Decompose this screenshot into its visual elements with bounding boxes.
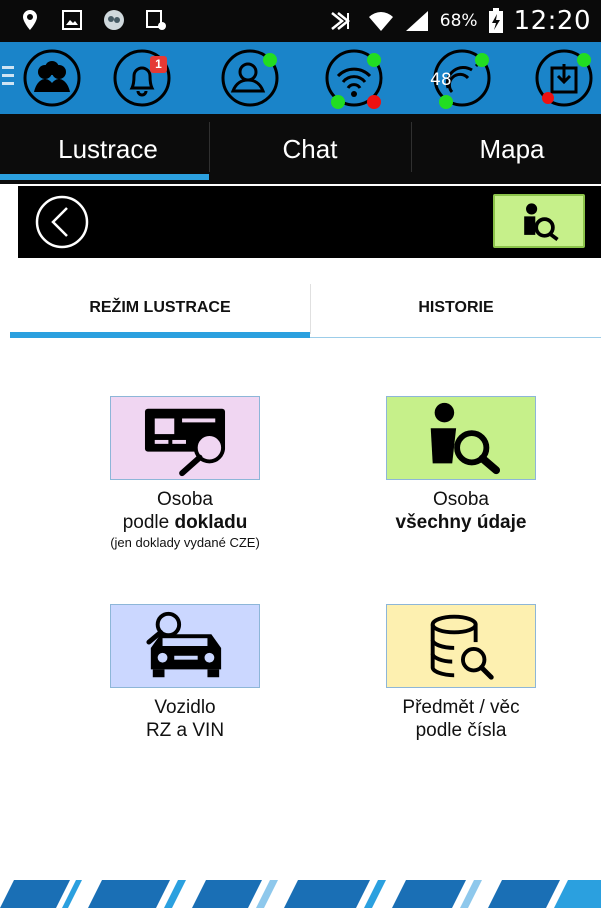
tab-rezim-lustrace[interactable]: REŽIM LUSTRACE [10,284,310,332]
wifi-status-button[interactable] [322,46,386,110]
vehicle-label: Vozidlo RZ a VIN [65,696,305,742]
download-box-icon [535,49,593,107]
screen-record-icon [146,10,166,30]
tab-historie[interactable]: HISTORIE [311,284,601,332]
person-search-button[interactable] [493,194,585,248]
user-icon [221,49,279,107]
users-button[interactable] [20,46,84,110]
tile-line2-prefix: podle [122,512,175,533]
id-search-label: Osoba podle dokladu (jen doklady vydané … [65,488,305,551]
person-search-icon [524,203,559,241]
clock: 12:20 [513,6,591,36]
id-search-tile[interactable] [110,396,260,480]
tile-line1: Vozidlo [154,697,216,718]
active-tab-indicator [0,174,209,180]
vehicle-tile[interactable] [110,604,260,688]
notifications-button[interactable]: 1 [110,46,174,110]
battery-icon [488,8,503,33]
battery-percent: 68% [439,11,478,31]
id-card-search-icon [144,408,226,477]
notification-badge: 1 [150,56,167,73]
tile-line1: Osoba [433,489,489,510]
cell-signal-icon [405,11,428,31]
tile-line2-bold: všechny údaje [395,512,527,533]
top-toolbar: 1 48 [0,42,601,114]
person-search-icon [430,402,501,475]
object-label: Předmět / věc podle čísla [341,696,581,742]
location-icon [23,10,37,30]
sub-tab-divider [310,284,311,334]
decorative-stripes [0,880,601,908]
wifi-status-icon [325,49,383,109]
profile-button[interactable] [218,46,282,110]
tile-note: (jen doklady vydané CZE) [110,535,260,550]
tile-line2-bold: dokladu [174,512,248,533]
tab-mapa[interactable]: Mapa [412,114,601,184]
tile-line2: RZ a VIN [145,720,225,741]
tab-chat[interactable]: Chat [210,114,410,184]
nfc-icon [330,12,350,30]
action-bar [18,186,601,258]
tile-line2: podle čísla [415,720,507,741]
database-search-icon [430,614,494,680]
status-bar: 68% 12:20 [0,0,601,42]
tile-line1: Osoba [157,489,213,510]
back-arrow-icon [35,195,89,249]
object-tile[interactable] [386,604,536,688]
wifi-icon [368,12,393,31]
car-search-icon [146,611,222,678]
app-icon [104,10,124,30]
back-button[interactable] [34,194,90,250]
signal-count: 48 [430,70,452,90]
tab-divider [411,122,412,172]
signal-status-button[interactable]: 48 [430,46,494,110]
person-all-tile[interactable] [386,396,536,480]
users-icon [23,49,81,107]
subtab-underline [310,337,601,338]
tab-divider [209,122,210,172]
person-all-label: Osoba všechny údaje [341,488,581,534]
tile-line1: Předmět / věc [402,697,520,718]
image-icon [62,10,82,30]
menu-icon[interactable] [2,66,14,90]
active-subtab-indicator [10,332,310,338]
sync-button[interactable] [532,46,596,110]
